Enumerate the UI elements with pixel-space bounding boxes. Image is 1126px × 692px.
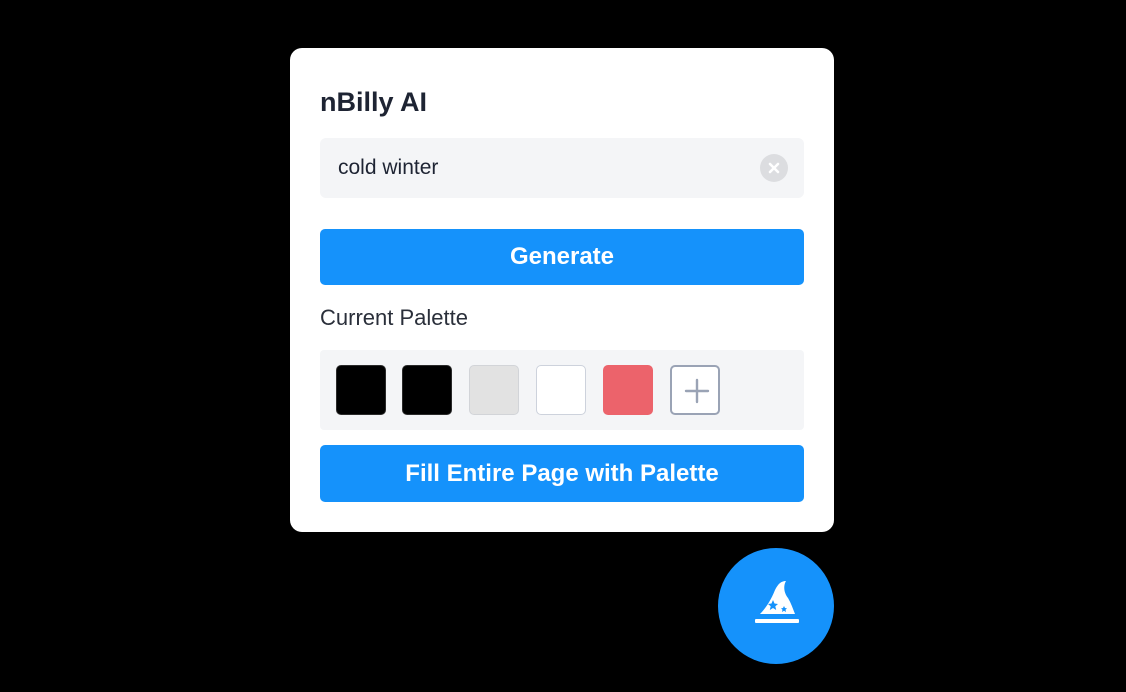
nbilly-launcher-button[interactable]: [718, 548, 834, 664]
color-swatch-3[interactable]: [469, 365, 519, 415]
color-swatch-1[interactable]: [336, 365, 386, 415]
close-circle-icon: [768, 162, 780, 174]
wizard-hat-icon: [755, 581, 799, 623]
nbilly-panel: nBilly AI Generate Current Palette: [290, 48, 834, 532]
color-swatch-5[interactable]: [603, 365, 653, 415]
palette-heading: Current Palette: [320, 305, 468, 330]
clear-input-button[interactable]: [760, 154, 788, 182]
color-swatch-4[interactable]: [536, 365, 586, 415]
add-color-button[interactable]: [670, 365, 720, 415]
palette-swatches: [320, 350, 804, 430]
prompt-input[interactable]: [338, 138, 738, 198]
prompt-field: [320, 138, 804, 198]
generate-button[interactable]: Generate: [320, 229, 804, 285]
screen: nBilly AI Generate Current Palette: [0, 0, 1126, 692]
color-swatch-2[interactable]: [402, 365, 452, 415]
plus-icon: [684, 378, 710, 404]
panel-title: nBilly AI: [320, 87, 428, 117]
fill-page-button[interactable]: Fill Entire Page with Palette: [320, 445, 804, 502]
